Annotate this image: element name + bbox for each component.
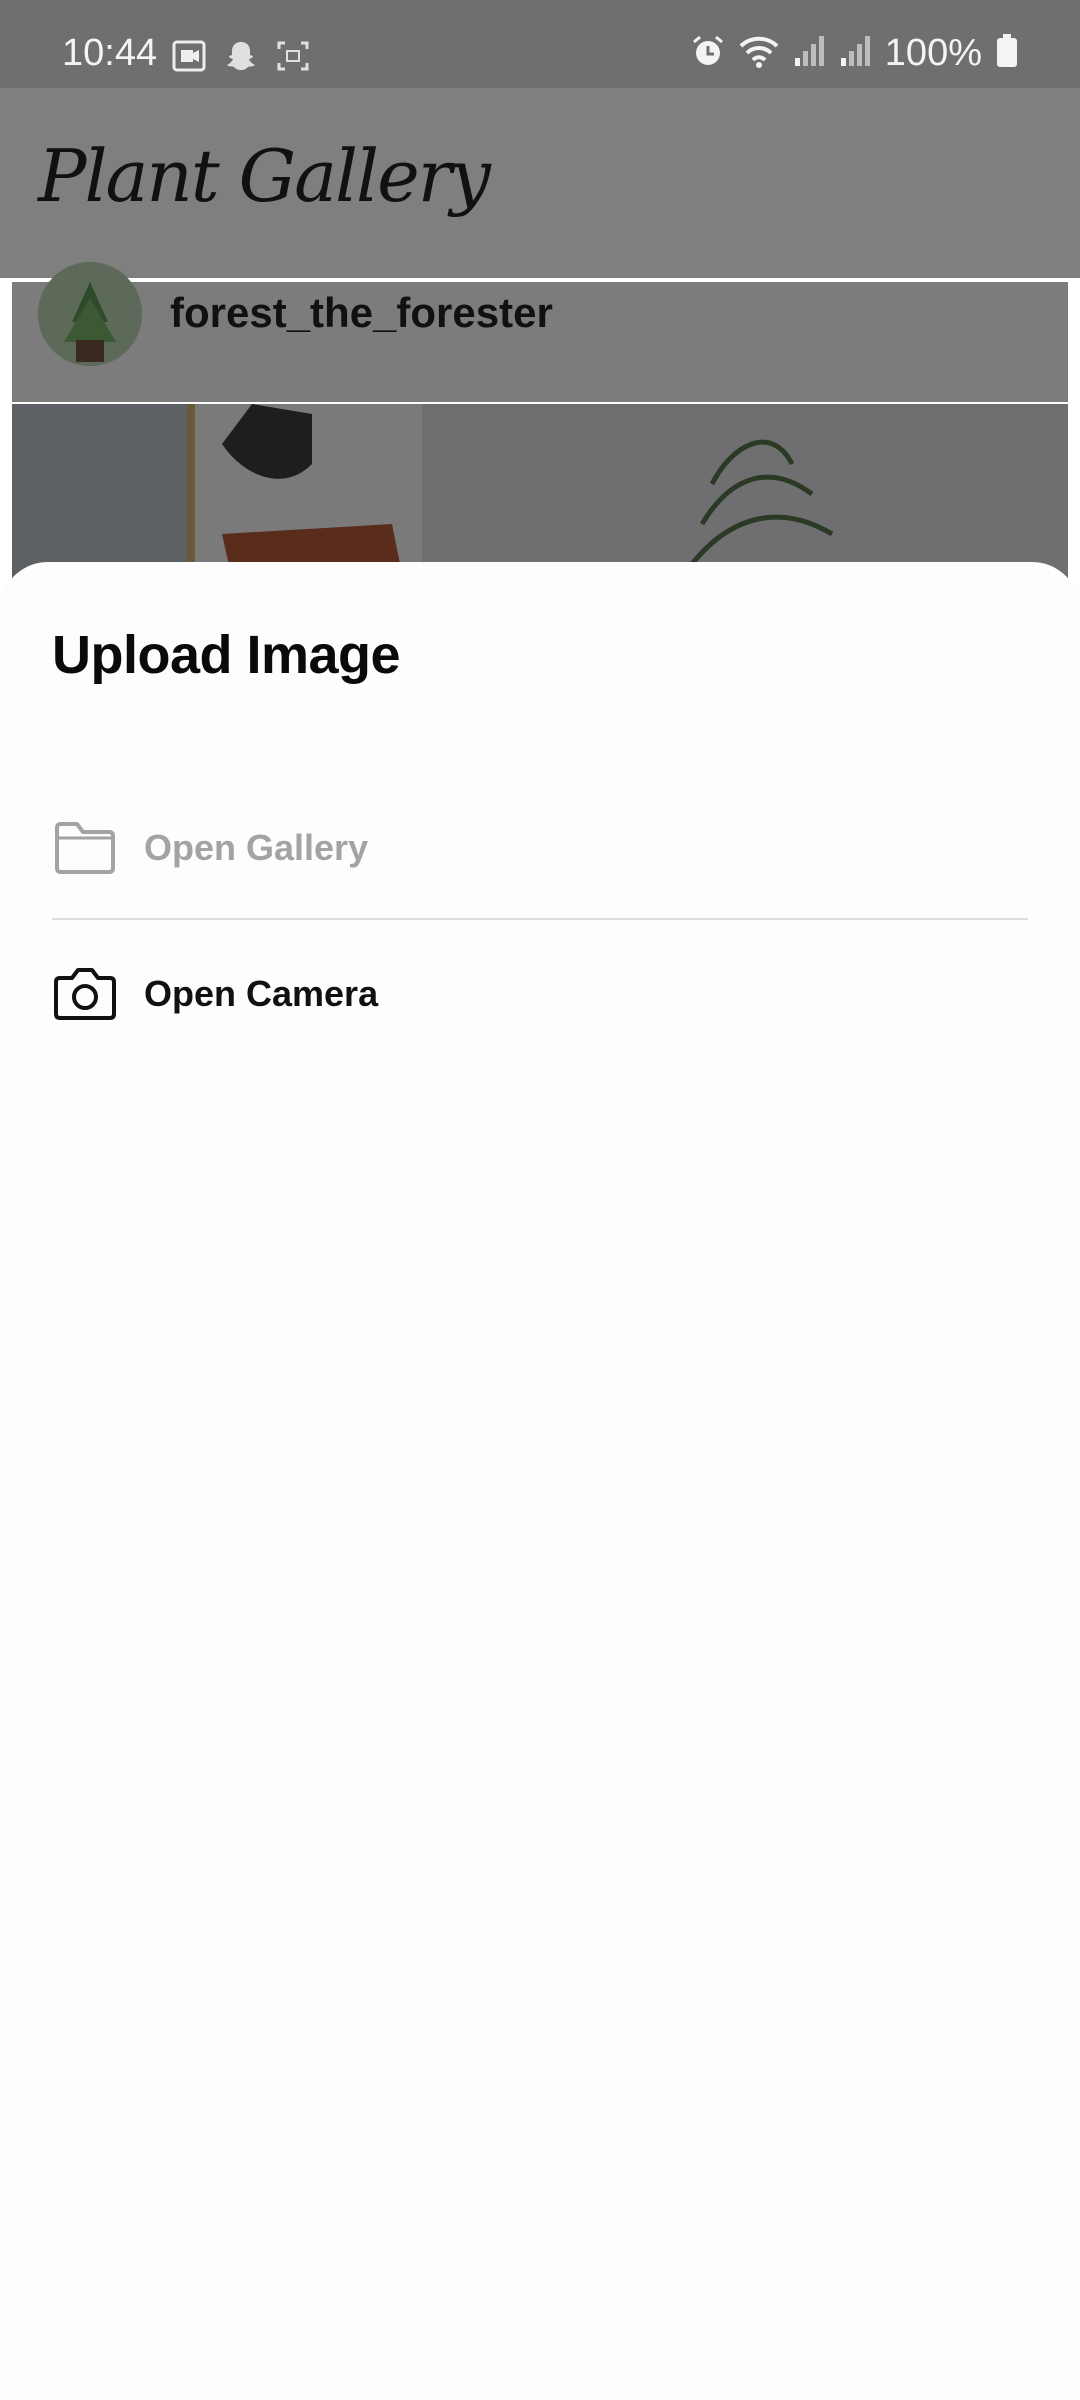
- open-gallery-label: Open Gallery: [144, 827, 369, 868]
- open-camera-option[interactable]: Open Camera: [52, 934, 1028, 1054]
- status-right: 100%: [691, 34, 1018, 72]
- post-username[interactable]: forest_the_forester: [170, 292, 553, 334]
- folder-icon: [52, 818, 118, 878]
- open-camera-label: Open Camera: [144, 973, 379, 1014]
- screen-recorder-icon: [172, 40, 206, 76]
- snapchat-icon: [224, 40, 258, 76]
- battery-icon: [996, 34, 1018, 72]
- signal-icon: [793, 34, 825, 72]
- status-bar: 10:44 100%: [0, 0, 1080, 88]
- screenshot-icon: [276, 40, 310, 76]
- app-title: Plant Gallery: [38, 134, 491, 218]
- status-time: 10:44: [62, 32, 158, 74]
- avatar[interactable]: [38, 262, 142, 366]
- camera-icon: [52, 964, 118, 1024]
- divider: [52, 918, 1028, 920]
- open-gallery-option[interactable]: Open Gallery: [52, 788, 1028, 908]
- wifi-icon: [739, 34, 779, 72]
- alarm-icon: [691, 34, 725, 72]
- signal-icon: [839, 34, 871, 72]
- status-left-icons: [172, 40, 310, 76]
- battery-percent: 100%: [884, 32, 982, 74]
- sheet-title: Upload Image: [52, 625, 401, 685]
